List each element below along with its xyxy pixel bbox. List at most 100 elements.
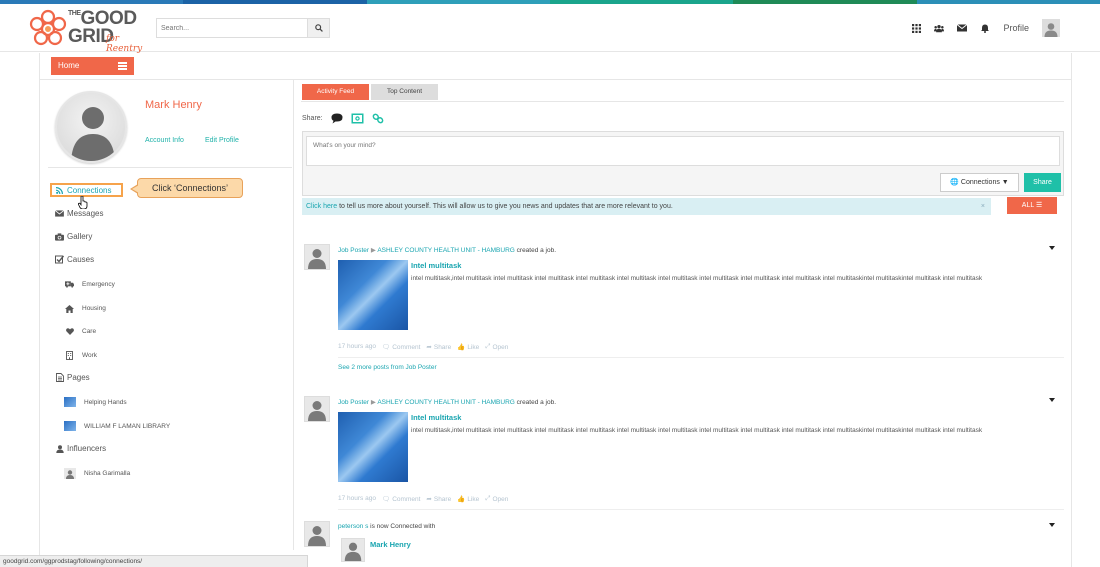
job-image[interactable] [338,412,408,482]
users-icon[interactable] [934,23,945,33]
click-here-link[interactable]: Click here [306,203,337,210]
sidebar-item-influencers[interactable]: Influencers [55,444,106,453]
sidebar-item-work[interactable]: Work [65,351,97,360]
feed-post: Job Poster ▶ ASHLEY COUNTY HEALTH UNIT -… [304,244,1064,379]
post-divider [338,357,1064,358]
post-header: peterson s is now Connected with [338,523,435,530]
expand-icon: ⤢ [485,495,491,502]
job-title[interactable]: Intel multitask [411,413,461,422]
post-avatar[interactable] [304,244,330,270]
share-post-button[interactable]: ➦ Share [426,495,451,504]
like-button[interactable]: 👍 Like [457,343,479,352]
post-action: created a job. [514,399,557,406]
sidebar-item-label: Gallery [67,232,93,241]
envelope-icon [55,209,64,218]
left-column-border [39,53,40,567]
globe-icon: 🌐 [950,179,959,186]
profile-link[interactable]: Profile [1003,23,1029,33]
sidebar-item-connections[interactable]: Connections [55,186,111,195]
sidebar-divider [48,167,292,168]
post-target-link[interactable]: ASHLEY COUNTY HEALTH UNIT - HAMBURG [377,247,515,254]
sidebar-item-label: Nisha Garimalla [84,470,131,477]
post-divider [338,509,1064,510]
apps-grid-icon[interactable] [911,23,921,33]
comment-button[interactable]: 🗨 Comment [381,495,420,504]
job-title[interactable]: Intel multitask [411,261,461,270]
share-button[interactable]: Share [1024,173,1061,192]
profile-photo[interactable] [55,91,127,163]
speech-bubble-icon[interactable] [331,113,343,124]
search-button[interactable] [307,19,329,37]
header-avatar[interactable] [1042,19,1060,37]
post-header: Job Poster ▶ ASHLEY COUNTY HEALTH UNIT -… [338,246,556,254]
post-avatar[interactable] [304,521,330,547]
sidebar-item-emergency[interactable]: Emergency [65,280,115,289]
header-icons: Profile [911,18,1060,38]
connected-user-avatar[interactable] [341,538,365,562]
post-options-caret-icon[interactable] [1049,246,1055,250]
tabs-divider [301,101,1064,102]
filter-all-button[interactable]: ALL ☰ [1007,197,1057,214]
post-action: is now Connected with [368,523,436,530]
home-icon [65,304,74,313]
sidebar-item-gallery[interactable]: Gallery [55,232,92,241]
open-button[interactable]: ⤢ Open [485,343,508,351]
photo-icon[interactable] [351,113,364,124]
connected-user-name[interactable]: Mark Henry [370,540,411,549]
post-author-link[interactable]: Job Poster [338,247,369,254]
main-content: Activity Feed Top Content Share: 🌐 Conne… [301,80,1064,567]
user-silhouette-icon [308,249,326,269]
browser-status-bar: goodgrid.com/ggprodstag/following/connec… [0,555,308,567]
sidebar-item-page-helping-hands[interactable]: Helping Hands [64,397,127,407]
post-actions: 17 hours ago 🗨 Comment ➦ Share 👍 Like ⤢ Open [338,343,508,351]
post-options-caret-icon[interactable] [1049,398,1055,402]
hamburger-icon [118,62,127,70]
logo[interactable]: THEGOOD GRID for Reentry [28,8,158,54]
user-silhouette-icon [308,401,326,421]
search-input[interactable] [157,19,307,37]
comment-button[interactable]: 🗨 Comment [382,343,420,352]
post-time: 17 hours ago [338,495,376,502]
status-input[interactable] [306,136,1060,166]
account-info-link[interactable]: Account Info [145,137,184,144]
audience-dropdown[interactable]: 🌐 Connections ▼ [940,173,1019,192]
sidebar-item-page-library[interactable]: WILLIAM F LAMAN LIBRARY [64,421,170,431]
close-icon[interactable]: × [981,198,985,215]
like-button[interactable]: 👍 Like [457,495,479,504]
feed-post: peterson s is now Connected with Mark He… [304,521,1064,567]
edit-profile-link[interactable]: Edit Profile [205,137,239,144]
user-silhouette-icon [308,526,326,546]
sidebar-item-label: Causes [67,255,95,264]
envelope-icon[interactable] [957,23,968,33]
sidebar-item-influencer[interactable]: Nisha Garimalla [64,468,130,479]
info-text: to tell us more about yourself. This wil… [337,203,673,210]
tab-top-content[interactable]: Top Content [371,84,438,100]
sidebar-item-label: Influencers [67,444,107,453]
sidebar-item-pages[interactable]: Pages [55,373,90,382]
filter-label: ALL [1021,202,1034,209]
see-more-posts-link[interactable]: See 2 more posts from Job Poster [338,364,437,371]
share-type-bar: Share: [302,113,384,124]
rss-icon [55,186,64,195]
share-arrow-icon: ➦ [426,496,432,503]
sidebar-item-care[interactable]: Care [65,327,96,336]
sidebar-item-causes[interactable]: Causes [55,255,94,264]
share-post-button[interactable]: ➦ Share [426,343,451,352]
comment-icon: 🗨 [381,496,391,503]
open-button[interactable]: ⤢ Open [485,495,508,503]
post-options-caret-icon[interactable] [1049,523,1055,527]
bell-icon[interactable] [980,23,990,33]
post-author-link[interactable]: peterson s [338,523,368,530]
share-arrow-icon: ➦ [426,344,432,351]
tab-activity-feed[interactable]: Activity Feed [302,84,369,100]
post-header: Job Poster ▶ ASHLEY COUNTY HEALTH UNIT -… [338,398,556,406]
post-avatar[interactable] [304,396,330,422]
home-menu-button[interactable]: Home [51,57,134,75]
job-image[interactable] [338,260,408,330]
link-icon[interactable] [372,113,384,124]
post-author-link[interactable]: Job Poster [338,399,369,406]
sidebar-item-housing[interactable]: Housing [65,304,106,313]
post-target-link[interactable]: ASHLEY COUNTY HEALTH UNIT - HAMBURG [377,399,515,406]
sidebar-item-messages[interactable]: Messages [55,209,103,218]
profile-name[interactable]: Mark Henry [145,99,202,111]
